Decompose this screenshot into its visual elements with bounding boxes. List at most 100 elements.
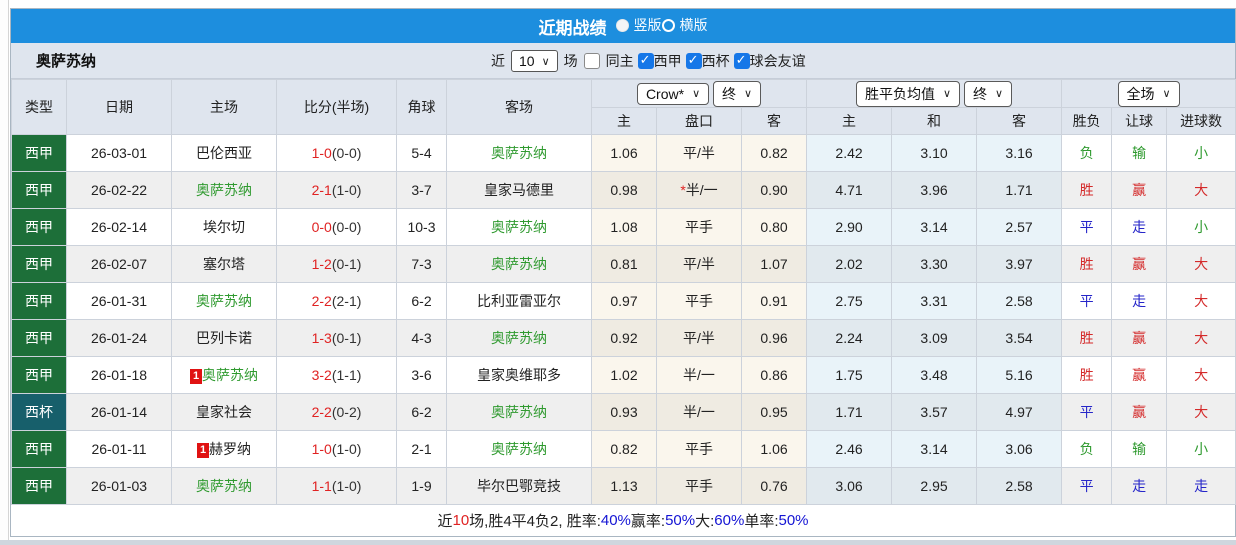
- recent-count-select[interactable]: 10 ∨: [511, 50, 558, 72]
- cell-away-team: 奥萨苏纳: [446, 134, 592, 172]
- cell-handicap: 平/半: [656, 245, 742, 283]
- cell-mean-draw: 3.14: [891, 208, 978, 246]
- cell-score: 1-0(1-0): [276, 430, 397, 468]
- cell-mean-home: 2.90: [806, 208, 893, 246]
- summary-segment: 50%: [665, 512, 696, 529]
- checkbox-unchecked-icon[interactable]: [583, 53, 600, 69]
- cell-date: 26-01-14: [66, 393, 172, 431]
- cell-home-team: 1 奥萨苏纳: [171, 356, 277, 394]
- bookmaker-period-select[interactable]: 终 ∨: [713, 80, 762, 107]
- cell-handicap: 半/一: [656, 393, 742, 431]
- filter-checkbox-item[interactable]: 西杯: [685, 51, 730, 71]
- cell-score: 2-2(2-1): [276, 282, 397, 320]
- cell-mean-home: 2.46: [806, 430, 893, 468]
- radio-icon[interactable]: [661, 18, 675, 32]
- layout-radio-selected[interactable]: 竖版: [615, 15, 662, 35]
- cell-corners: 5-4: [396, 134, 447, 172]
- mean-odds-select[interactable]: 胜平负均值 ∨: [856, 80, 961, 107]
- filter-checkbox-item[interactable]: 西甲: [637, 51, 682, 71]
- recent-count-value: 10: [519, 53, 535, 69]
- checkbox-checked-icon[interactable]: [733, 52, 750, 69]
- cell-home-team: 1 赫罗纳: [171, 430, 277, 468]
- cell-result-handicap: 赢: [1111, 393, 1168, 431]
- away-team-name: 奥萨苏纳: [491, 145, 547, 161]
- cell-score: 1-3(0-1): [276, 319, 397, 357]
- summary-segment: 赢率:: [630, 513, 666, 530]
- checkbox-checked-icon[interactable]: [637, 52, 654, 69]
- summary-segment: 50%: [778, 512, 809, 529]
- radio-icon[interactable]: [615, 18, 629, 32]
- checkbox-checked-icon[interactable]: [685, 52, 702, 69]
- col-header-date: 日期: [66, 79, 172, 135]
- table-row: 西甲 26-01-24 巴列卡诺 1-3(0-1) 4-3 奥萨苏纳 0.92 …: [11, 319, 1236, 357]
- cell-result-handicap: 走: [1111, 467, 1168, 505]
- table-row: 西甲 26-02-22 奥萨苏纳 2-1(1-0) 3-7 皇家马德里 0.98…: [11, 171, 1236, 209]
- chevron-down-icon: ∨: [541, 55, 550, 68]
- cell-handicap: 平/半: [656, 319, 742, 357]
- halftime-score: (0-1): [331, 330, 362, 346]
- subcol-result-wdl: 胜负: [1061, 107, 1113, 135]
- cell-odds-away: 0.76: [740, 467, 808, 505]
- cell-home-team: 埃尔切: [171, 208, 277, 246]
- rank-badge: 1: [190, 369, 202, 384]
- cell-odds-home: 0.98: [591, 171, 657, 209]
- filter-bar: 奥萨苏纳 近 10 ∨ 场 同主 西甲 西杯 球会友谊: [11, 43, 1235, 79]
- cell-odds-away: 0.86: [740, 356, 808, 394]
- halftime-score: (1-0): [331, 182, 362, 198]
- cell-mean-away: 4.97: [976, 393, 1063, 431]
- cell-league-type: 西甲: [11, 356, 67, 394]
- fulltime-score: 1-0: [311, 145, 332, 161]
- halftime-score: (1-0): [331, 441, 362, 457]
- cell-mean-home: 2.24: [806, 319, 893, 357]
- cell-corners: 3-7: [396, 171, 447, 209]
- summary-segment: 60%: [714, 512, 745, 529]
- cell-result-goals: 大: [1166, 245, 1236, 283]
- cell-home-team: 皇家社会: [171, 393, 277, 431]
- cell-home-team: 奥萨苏纳: [171, 282, 277, 320]
- cell-odds-away: 0.95: [740, 393, 808, 431]
- recent-prefix-label: 近: [491, 53, 505, 69]
- cell-result-goals: 走: [1166, 467, 1236, 505]
- subcol-handicap: 盘口: [656, 107, 742, 135]
- layout-radio-option[interactable]: 横版: [661, 15, 708, 35]
- home-team-name: 塞尔塔: [203, 256, 245, 272]
- mean-period-select[interactable]: 终 ∨: [963, 80, 1013, 107]
- col-header-score: 比分(半场): [276, 79, 397, 135]
- cell-mean-draw: 3.48: [891, 356, 978, 394]
- chevron-down-icon: ∨: [943, 88, 952, 100]
- cell-away-team: 奥萨苏纳: [446, 430, 592, 468]
- cell-result-handicap: 赢: [1111, 319, 1168, 357]
- radio-label: 竖版: [633, 17, 662, 34]
- cell-mean-home: 2.75: [806, 282, 893, 320]
- home-team-name: 巴伦西亚: [196, 145, 252, 161]
- group-header-bookmaker: Crow* ∨ 终 ∨: [590, 79, 808, 108]
- cell-date: 26-02-14: [66, 208, 172, 246]
- cell-corners: 3-6: [396, 356, 447, 394]
- cell-result-goals: 大: [1166, 393, 1236, 431]
- fulltime-score: 1-1: [311, 478, 332, 494]
- filter-checkbox-item[interactable]: 同主: [583, 51, 634, 71]
- cell-mean-away: 3.54: [976, 319, 1063, 357]
- group-header-fulltime: 全场 ∨: [1061, 79, 1236, 108]
- fulltime-select[interactable]: 全场 ∨: [1117, 80, 1180, 107]
- cell-result-handicap: 赢: [1111, 356, 1168, 394]
- cell-mean-away: 5.16: [976, 356, 1063, 394]
- cell-odds-away: 0.90: [740, 171, 808, 209]
- cell-odds-home: 0.97: [591, 282, 657, 320]
- cell-mean-away: 2.57: [976, 208, 1063, 246]
- cell-handicap: 平手: [656, 467, 742, 505]
- cell-mean-draw: 2.95: [891, 467, 978, 505]
- cell-away-team: 奥萨苏纳: [446, 319, 592, 357]
- cell-odds-home: 0.92: [591, 319, 657, 357]
- cell-home-team: 奥萨苏纳: [171, 467, 277, 505]
- away-team-name: 皇家马德里: [484, 182, 554, 198]
- fulltime-score: 2-2: [311, 404, 332, 420]
- bookmaker-select[interactable]: Crow* ∨: [636, 82, 710, 105]
- filter-checkbox-item[interactable]: 球会友谊: [733, 51, 806, 71]
- cell-result-goals: 大: [1166, 319, 1236, 357]
- recent-results-widget: 近期战绩 竖版横版 奥萨苏纳 近 10 ∨ 场 同主西甲西杯球会友谊 类型 日期: [10, 8, 1236, 537]
- away-team-name: 奥萨苏纳: [491, 404, 547, 420]
- cell-odds-away: 0.96: [740, 319, 808, 357]
- cell-date: 26-03-01: [66, 134, 172, 172]
- halftime-score: (2-1): [331, 293, 362, 309]
